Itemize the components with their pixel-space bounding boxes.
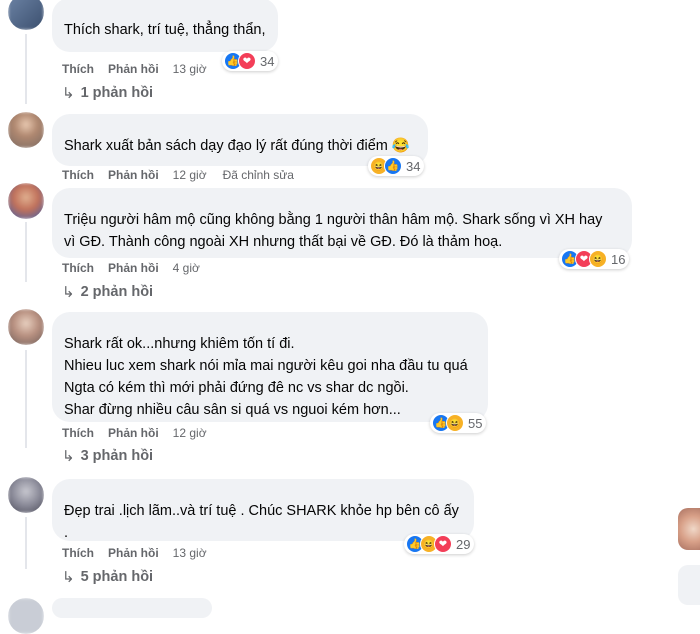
timestamp[interactable]: 13 giờ xyxy=(173,546,207,560)
thread-line xyxy=(25,34,27,104)
timestamp[interactable]: 4 giờ xyxy=(173,261,200,275)
comment-bubble: Shark rất ok...nhưng khiêm tốn tí đi. Nh… xyxy=(52,312,488,422)
reaction-summary[interactable]: 👍 ❤ 😆 16 xyxy=(559,249,630,269)
reply-button[interactable]: Phản hồi xyxy=(108,62,159,76)
reaction-summary[interactable]: 😆 👍 34 xyxy=(368,156,425,176)
reaction-summary[interactable]: 👍 😆 ❤ 29 xyxy=(404,534,475,554)
reply-button[interactable]: Phản hồi xyxy=(108,426,159,440)
comment-text: Shark rất ok...nhưng khiêm tốn tí đi. Nh… xyxy=(64,336,468,418)
reply-arrow-icon: ↳ xyxy=(62,569,75,586)
comment-text: Shark xuất bản sách dạy đạo lý rất đúng … xyxy=(64,138,410,154)
view-replies-button[interactable]: ↳ 2 phản hồi xyxy=(62,283,153,301)
avatar[interactable] xyxy=(8,598,44,634)
timestamp[interactable]: 12 giờ xyxy=(173,168,207,182)
replies-count: 5 phản hồi xyxy=(80,569,154,585)
haha-icon: 😆 xyxy=(446,414,464,432)
avatar[interactable] xyxy=(8,309,44,345)
love-icon: ❤ xyxy=(238,52,256,70)
comment-bubble: Triệu người hâm mộ cũng không bằng 1 ngư… xyxy=(52,188,632,258)
thread-line xyxy=(25,222,27,282)
view-replies-button[interactable]: ↳ 1 phản hồi xyxy=(62,84,153,102)
view-replies-button[interactable]: ↳ 5 phản hồi xyxy=(62,568,153,586)
reply-button[interactable]: Phản hồi xyxy=(108,261,159,275)
reaction-count: 34 xyxy=(406,158,421,174)
chat-head-avatar[interactable] xyxy=(678,565,700,605)
author-name[interactable] xyxy=(64,5,266,19)
like-button[interactable]: Thích xyxy=(62,168,94,182)
avatar[interactable] xyxy=(8,183,44,219)
author-name[interactable] xyxy=(64,486,462,500)
comment-bubble: Đẹp trai .lịch lãm..và trí tuệ . Chúc SH… xyxy=(52,479,474,541)
timestamp[interactable]: 13 giờ xyxy=(173,62,207,76)
view-replies-button[interactable]: ↳ 3 phản hồi xyxy=(62,447,153,465)
reaction-count: 29 xyxy=(456,536,471,552)
replies-count: 1 phản hồi xyxy=(80,85,154,101)
love-icon: ❤ xyxy=(434,535,452,553)
replies-count: 2 phản hồi xyxy=(80,284,154,300)
comment-text: Triệu người hâm mộ cũng không bằng 1 ngư… xyxy=(64,212,603,250)
comment-actions: Thích Phản hồi 13 giờ xyxy=(62,62,221,76)
comment-bubble: Thích shark, trí tuệ, thẳng thẩn, xyxy=(52,0,278,52)
reply-arrow-icon: ↳ xyxy=(62,284,75,301)
like-button[interactable]: Thích xyxy=(62,546,94,560)
avatar[interactable] xyxy=(8,477,44,513)
reaction-count: 55 xyxy=(468,415,483,431)
edited-label: Đã chỉnh sửa xyxy=(222,168,294,182)
author-name[interactable] xyxy=(64,195,620,209)
comment-bubble xyxy=(52,598,212,618)
thread-line xyxy=(25,350,27,448)
thread-line xyxy=(25,517,27,569)
author-name[interactable] xyxy=(64,121,416,135)
haha-icon: 😆 xyxy=(589,250,607,268)
comment-actions: Thích Phản hồi 13 giờ xyxy=(62,546,221,560)
reaction-summary[interactable]: 👍 😆 55 xyxy=(430,413,487,433)
reply-button[interactable]: Phản hồi xyxy=(108,546,159,560)
comment-text: Đẹp trai .lịch lãm..và trí tuệ . Chúc SH… xyxy=(64,503,459,541)
reply-arrow-icon: ↳ xyxy=(62,448,75,465)
like-button[interactable]: Thích xyxy=(62,426,94,440)
author-name[interactable] xyxy=(64,319,476,333)
comment-actions: Thích Phản hồi 12 giờ Đã chỉnh sửa xyxy=(62,168,308,182)
replies-count: 3 phản hồi xyxy=(80,448,154,464)
avatar[interactable] xyxy=(8,112,44,148)
comment-text: Thích shark, trí tuệ, thẳng thẩn, xyxy=(64,22,266,38)
like-button[interactable]: Thích xyxy=(62,261,94,275)
comment-actions: Thích Phản hồi 12 giờ xyxy=(62,426,221,440)
reply-arrow-icon: ↳ xyxy=(62,85,75,102)
chat-head-avatar[interactable] xyxy=(678,508,700,550)
avatar[interactable] xyxy=(8,0,44,30)
comment-actions: Thích Phản hồi 4 giờ xyxy=(62,261,214,275)
reaction-count: 34 xyxy=(260,53,275,69)
reaction-summary[interactable]: 👍 ❤ 34 xyxy=(222,51,279,71)
reply-button[interactable]: Phản hồi xyxy=(108,168,159,182)
like-icon: 👍 xyxy=(384,157,402,175)
reaction-count: 16 xyxy=(611,251,626,267)
timestamp[interactable]: 12 giờ xyxy=(173,426,207,440)
like-button[interactable]: Thích xyxy=(62,62,94,76)
